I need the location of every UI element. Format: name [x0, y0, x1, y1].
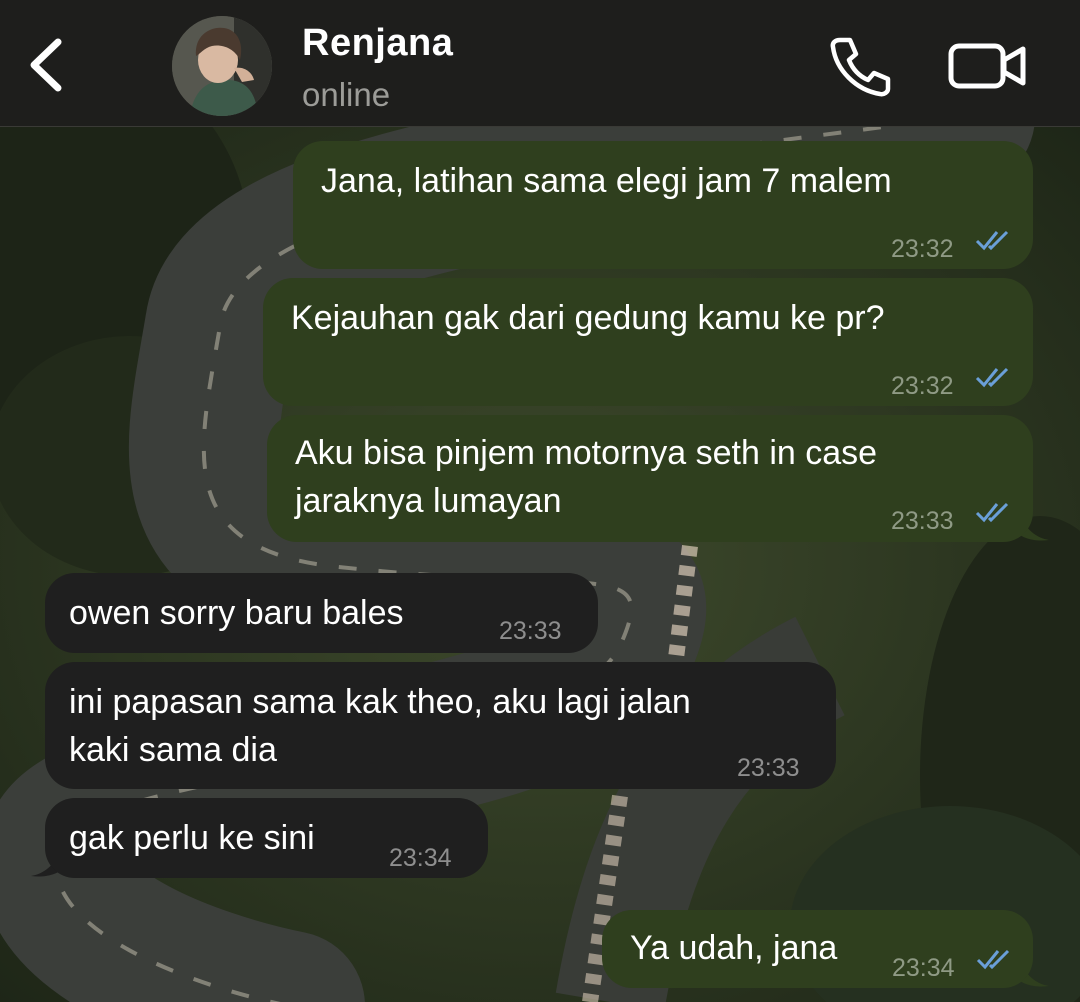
message-outgoing[interactable]: Ya udah, jana 23:34	[602, 910, 1033, 988]
avatar[interactable]	[172, 16, 272, 116]
message-outgoing[interactable]: Kejauhan gak dari gedung kamu ke pr? 23:…	[263, 278, 1033, 406]
read-receipt-icon	[975, 230, 1009, 251]
read-receipt-icon	[975, 502, 1009, 523]
message-time: 23:33	[737, 754, 800, 782]
chat-header: Renjana online	[0, 0, 1080, 127]
message-incoming[interactable]: gak perlu ke sini 23:34	[45, 798, 488, 878]
message-time: 23:33	[499, 617, 562, 645]
message-text: Aku bisa pinjem motornya seth in case	[295, 434, 878, 472]
contact-status: online	[302, 76, 391, 113]
message-text: jaraknya lumayan	[295, 482, 562, 520]
message-outgoing[interactable]: Jana, latihan sama elegi jam 7 malem 23:…	[293, 141, 1033, 269]
message-text: Kejauhan gak dari gedung kamu ke pr?	[291, 299, 885, 337]
read-receipt-icon	[976, 949, 1010, 970]
message-text: ini papasan sama kak theo, aku lagi jala…	[69, 683, 691, 721]
message-time: 23:32	[891, 235, 954, 263]
chevron-left-icon[interactable]	[22, 34, 72, 96]
message-time: 23:33	[891, 507, 954, 535]
message-text: owen sorry baru bales	[69, 594, 404, 632]
message-time: 23:32	[891, 372, 954, 400]
video-camera-icon[interactable]	[948, 40, 1028, 92]
message-text: Jana, latihan sama elegi jam 7 malem	[321, 162, 892, 200]
message-incoming[interactable]: owen sorry baru bales 23:33	[45, 573, 598, 653]
message-text: Ya udah, jana	[630, 929, 838, 967]
phone-icon[interactable]	[826, 34, 894, 98]
message-text: gak perlu ke sini	[69, 819, 315, 857]
message-time: 23:34	[389, 844, 452, 872]
message-outgoing[interactable]: Aku bisa pinjem motornya seth in case ja…	[267, 415, 1033, 542]
contact-name[interactable]: Renjana	[302, 22, 453, 65]
message-text: kaki sama dia	[69, 731, 277, 769]
message-incoming[interactable]: ini papasan sama kak theo, aku lagi jala…	[45, 662, 836, 789]
message-time: 23:34	[892, 954, 955, 982]
read-receipt-icon	[975, 367, 1009, 388]
avatar-image	[172, 16, 272, 116]
